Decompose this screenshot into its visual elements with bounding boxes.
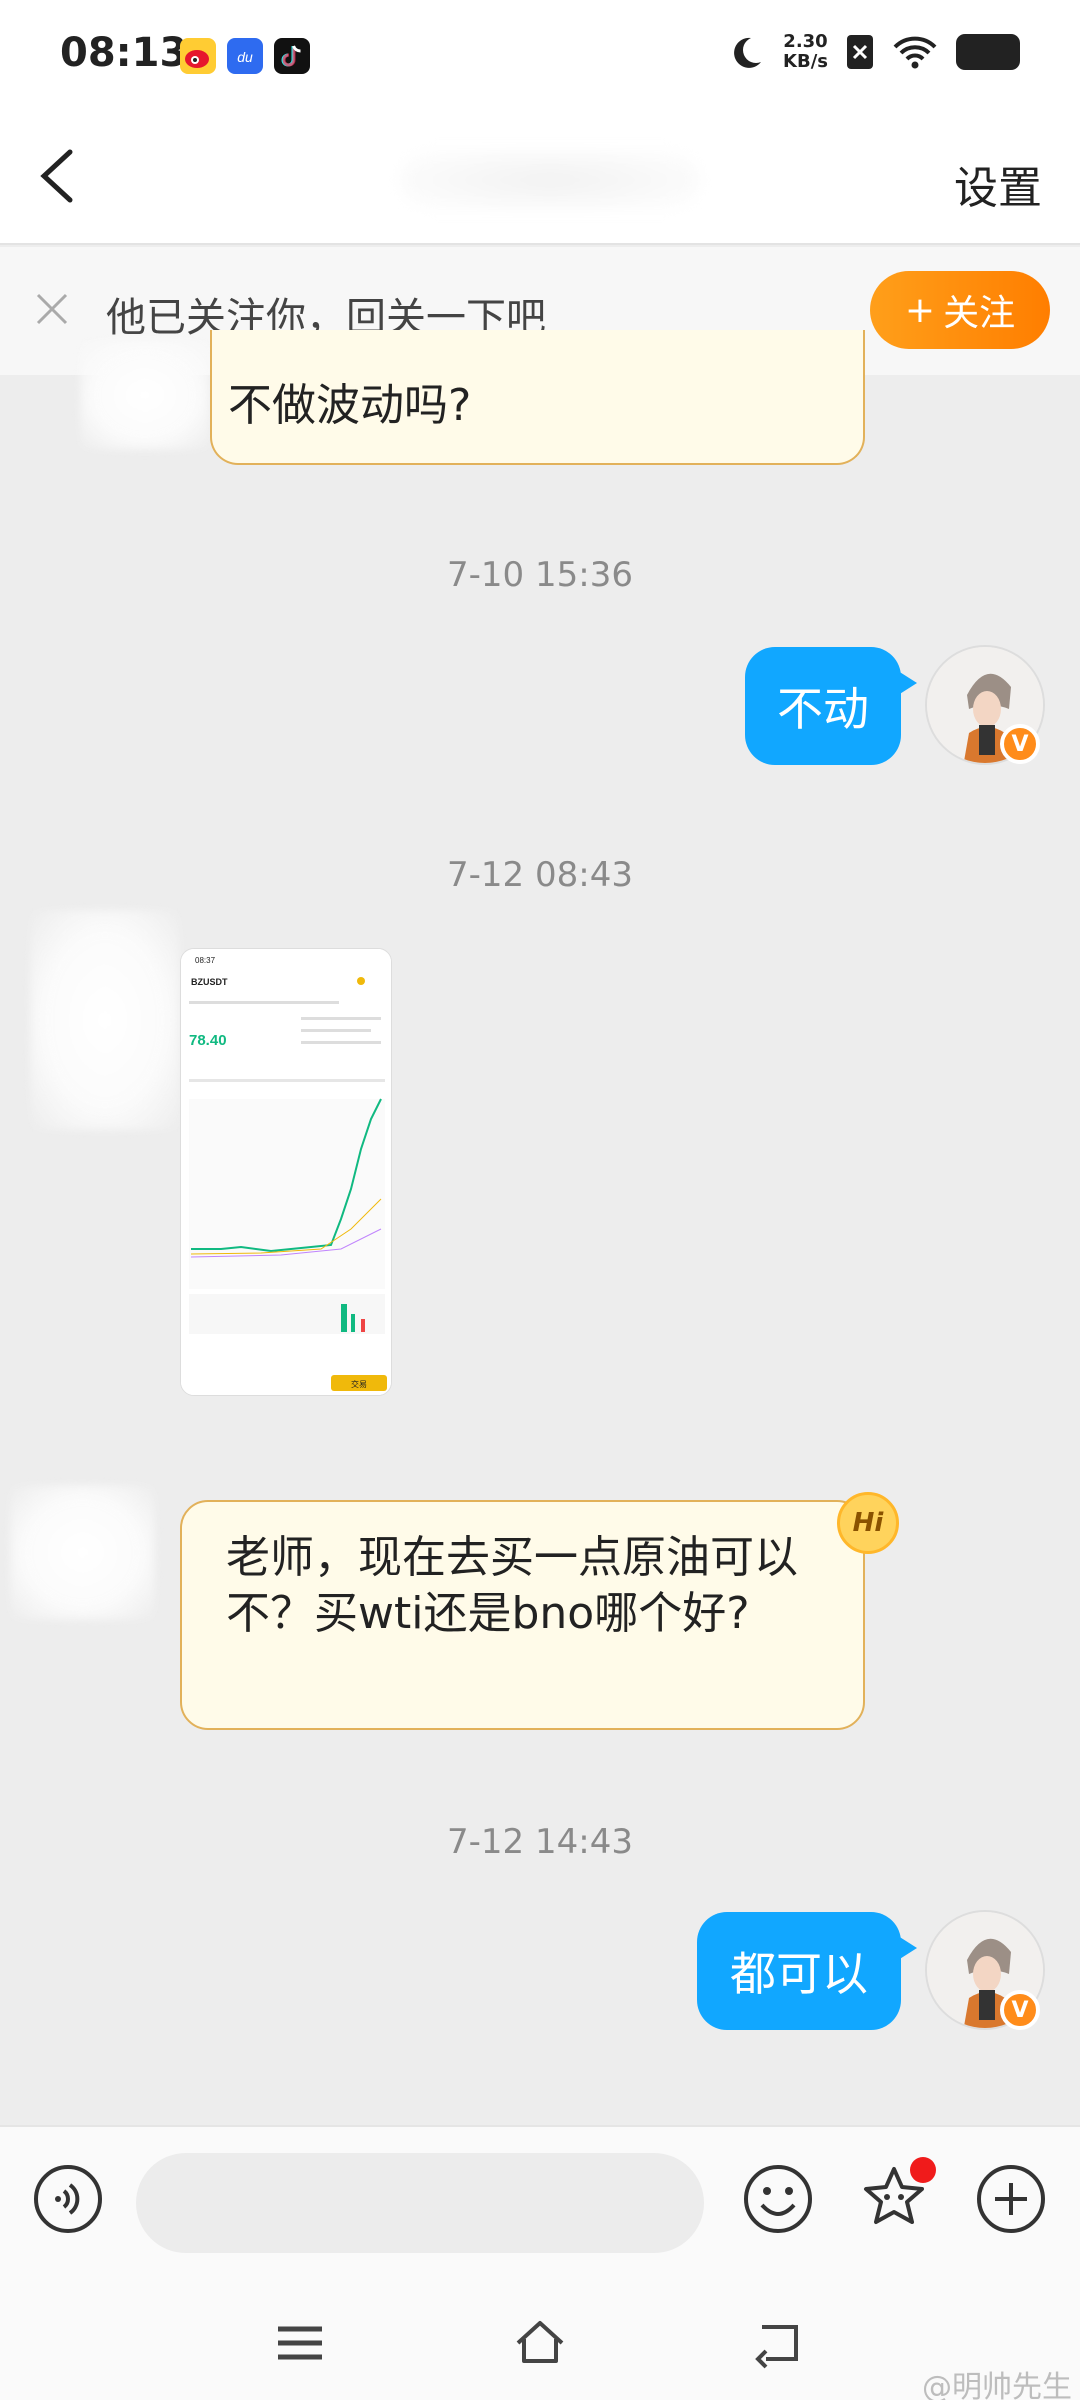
verified-badge: V [1000, 1990, 1040, 2030]
status-bar: 08:13 du 2.30 KB/s [0, 0, 1080, 110]
timestamp: 7-12 14:43 [447, 1822, 633, 1862]
incoming-message-bubble[interactable]: 老师，现在去买一点原油可以不？买wti还是bno哪个好? [180, 1500, 865, 1730]
svg-text:du: du [237, 49, 253, 65]
message-input[interactable] [136, 2153, 704, 2253]
system-nav-bar [0, 2275, 1080, 2400]
home-icon[interactable] [512, 2315, 568, 2371]
chat-input-bar [0, 2125, 1080, 2275]
status-icons: 2.30 KB/s [725, 32, 1020, 72]
chart-screenshot-thumbnail: 08:37 BZUSDT 78.40 交易 [181, 949, 391, 1395]
weibo-app-icon [180, 38, 216, 74]
thumb-phone-time: 08:37 [195, 956, 216, 965]
outgoing-message-bubble[interactable]: 都可以 [697, 1912, 917, 2030]
message-text: 不动 [777, 682, 869, 736]
baidu-du-app-icon: du [227, 38, 263, 74]
thumb-price: 78.40 [189, 1032, 227, 1049]
timestamp: 7-12 08:43 [447, 855, 633, 895]
net-speed-unit: KB/s [783, 51, 828, 72]
image-message[interactable]: 08:37 BZUSDT 78.40 交易 [180, 948, 392, 1396]
blurred-sender-avatar [10, 1485, 155, 1620]
blurred-sender-avatar [30, 910, 180, 1130]
blurred-contact-name [400, 150, 700, 210]
watermark: @明帅先生 [922, 2370, 1072, 2400]
notification-dot [910, 2157, 936, 2183]
net-speed: 2.30 KB/s [783, 32, 828, 72]
thumb-trade-button: 交易 [351, 1379, 367, 1389]
follow-button-label: 关注 [943, 293, 1016, 334]
plus-icon: + [904, 289, 936, 331]
verified-badge: V [1000, 724, 1040, 764]
chat-header: 设置 [0, 110, 1080, 245]
add-icon[interactable] [975, 2163, 1047, 2235]
close-icon[interactable] [30, 287, 74, 331]
menu-icon[interactable] [272, 2315, 328, 2371]
settings-button[interactable]: 设置 [954, 152, 1042, 216]
hi-badge-icon: Hi [837, 1492, 899, 1554]
moon-icon [734, 37, 762, 68]
outgoing-message-bubble[interactable]: 不动 [745, 647, 917, 765]
back-arrow-icon[interactable] [30, 146, 90, 206]
sim-x-icon [847, 35, 873, 69]
message-text: 都可以 [730, 1947, 868, 2001]
net-speed-value: 2.30 [783, 31, 828, 52]
battery-icon [956, 34, 1020, 70]
blurred-sender-avatar [80, 340, 210, 450]
wifi-icon [893, 36, 937, 69]
voice-icon[interactable] [32, 2163, 104, 2235]
emoji-icon[interactable] [742, 2163, 814, 2235]
status-time: 08:13 [60, 30, 188, 76]
message-text: 不做波动吗? [228, 380, 472, 431]
back-nav-icon[interactable] [752, 2315, 808, 2371]
follow-button[interactable]: + 关注 [870, 271, 1050, 349]
timestamp: 7-10 15:36 [447, 555, 633, 595]
thumb-symbol: BZUSDT [191, 977, 228, 987]
tiktok-app-icon [274, 38, 310, 74]
incoming-message-bubble[interactable]: 不做波动吗? [210, 330, 865, 465]
message-text: 老师，现在去买一点原油可以不？买wti还是bno哪个好? [226, 1532, 798, 1639]
